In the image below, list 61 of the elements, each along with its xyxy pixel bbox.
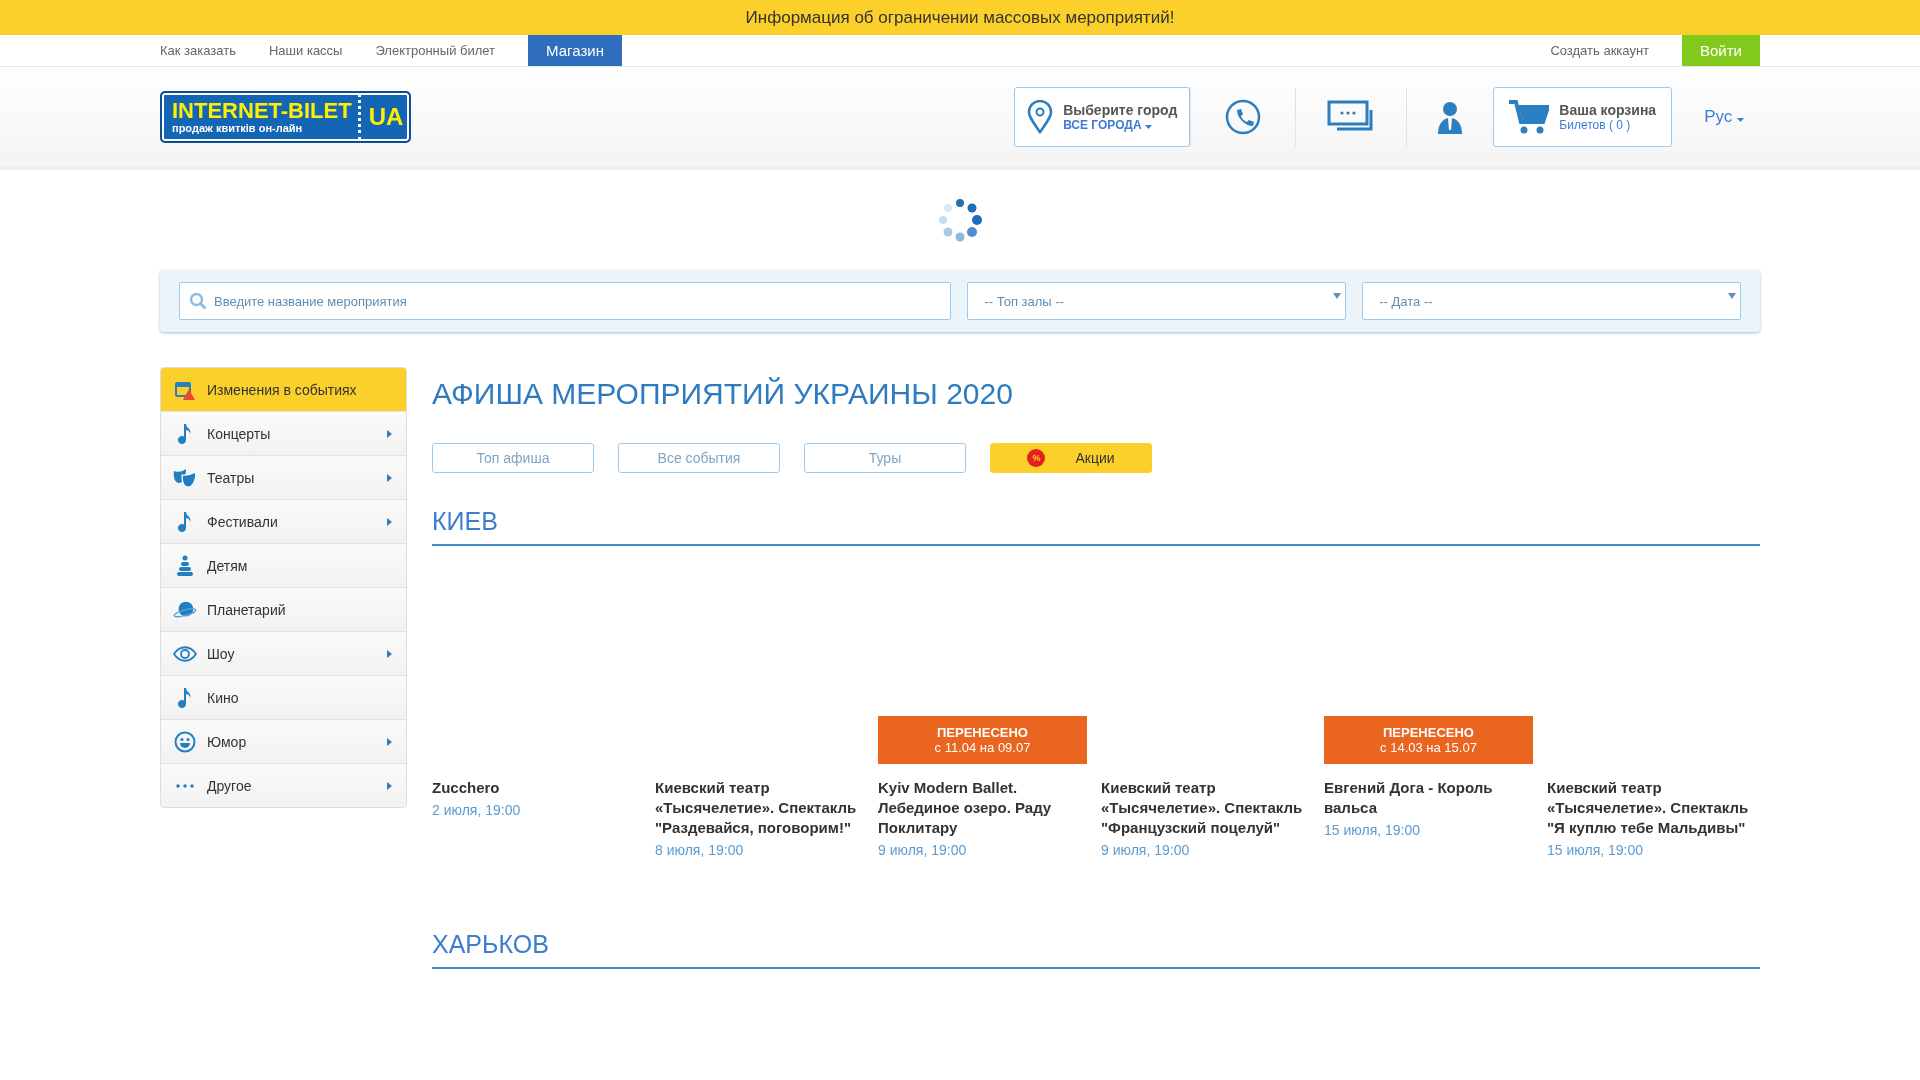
event-date: 15 июля, 19:00 <box>1547 842 1645 858</box>
event-title-link[interactable]: Zucchero <box>432 778 645 798</box>
nav-link[interactable]: Электронный билет <box>375 35 496 66</box>
postponed-badge: ПЕРЕНЕСЕНО с 14.03 на 15.07 <box>1324 716 1533 764</box>
shopping-cart-icon <box>1509 99 1550 135</box>
event-date: 9 июля, 19:00 <box>1101 842 1191 858</box>
language-selector[interactable]: Рус <box>1704 107 1744 127</box>
discount-icon: % <box>1027 449 1046 467</box>
event-title-link[interactable]: Kyiv Modern Ballet. Лебединое озеро. Раду Поклитару <box>878 778 1091 838</box>
event-search-field[interactable]: Введите название мероприятия <box>179 282 952 320</box>
music-note-icon <box>178 686 192 709</box>
music-note-icon <box>178 510 192 533</box>
announcement-link[interactable]: Информация об ограничении массовых мероприятий! <box>745 7 1175 28</box>
city-heading: КИЕВ <box>432 507 1760 546</box>
user-icon[interactable] <box>1437 100 1464 134</box>
postponed-badge: ПЕРЕНЕСЕНО с 11.04 на 09.07 <box>878 716 1087 764</box>
caret-icon <box>1144 125 1152 129</box>
category-label: Детям <box>207 557 249 574</box>
ring-stack-icon <box>176 554 194 577</box>
city-heading: ХАРЬКОВ <box>432 930 1760 969</box>
date-select[interactable]: -- Дата -- <box>1362 282 1741 320</box>
smiley-icon <box>174 730 196 753</box>
category-label: Шоу <box>207 645 236 662</box>
theatre-masks-icon <box>173 467 197 488</box>
dropdown-arrow-icon <box>1333 293 1342 299</box>
venue-select[interactable]: -- Топ залы -- <box>967 282 1347 320</box>
nav-link[interactable]: Как заказать <box>160 35 236 66</box>
sidebar-item[interactable]: Изменения в событиях <box>161 368 406 412</box>
map-pin-icon <box>1027 100 1054 134</box>
music-note-icon <box>178 422 192 445</box>
category-label: Концерты <box>207 425 272 442</box>
tickets-icon[interactable] <box>1327 100 1376 134</box>
search-icon <box>189 292 207 310</box>
category-label: Изменения в событиях <box>207 381 358 398</box>
event-date: 15 июля, 19:00 <box>1324 822 1422 838</box>
nav-link[interactable]: Наши кассы <box>269 35 343 66</box>
cart-button[interactable]: Ваша корзина Билетов ( 0 ) <box>1493 87 1673 147</box>
dropdown-arrow-icon <box>1728 293 1736 299</box>
page-title: АФИША МЕРОПРИЯТИЙ УКРАИНЫ 2020 <box>432 377 1014 411</box>
category-label: Фестивали <box>207 513 279 530</box>
nav-link[interactable]: Магазин <box>528 35 622 66</box>
category-label: Планетарий <box>207 601 287 618</box>
promo-filter-button[interactable]: % Акции <box>990 443 1152 473</box>
phone-icon[interactable] <box>1225 99 1262 135</box>
caret-icon <box>1737 118 1744 122</box>
eye-icon <box>173 645 197 662</box>
more-dots-icon <box>176 783 194 788</box>
category-label: Юмор <box>207 733 248 750</box>
category-label: Кино <box>207 689 240 706</box>
category-label: Другое <box>207 777 253 794</box>
create-account-link[interactable]: Создать аккаунт <box>1550 35 1649 66</box>
loading-spinner-icon <box>937 197 983 243</box>
category-label: Театры <box>207 469 256 486</box>
event-title-link[interactable]: Киевский театр «Тысячелетие». Спектакль "Французский поцелуй" <box>1101 778 1314 838</box>
event-title-link[interactable]: Киевский театр «Тысячелетие». Спектакль "Раздевайся, поговорим!" <box>655 778 868 838</box>
event-date: 9 июля, 19:00 <box>878 842 968 858</box>
event-date: 2 июля, 19:00 <box>432 802 522 818</box>
event-title-link[interactable]: Киевский театр «Тысячелетие». Спектакль "Я куплю тебе Мальдивы" <box>1547 778 1760 838</box>
city-selector[interactable]: Выберите город ВСЕ ГОРОДА <box>1014 87 1191 147</box>
event-date: 8 июля, 19:00 <box>655 842 745 858</box>
event-title-link[interactable]: Евгений Дога - Король вальса <box>1324 778 1537 818</box>
